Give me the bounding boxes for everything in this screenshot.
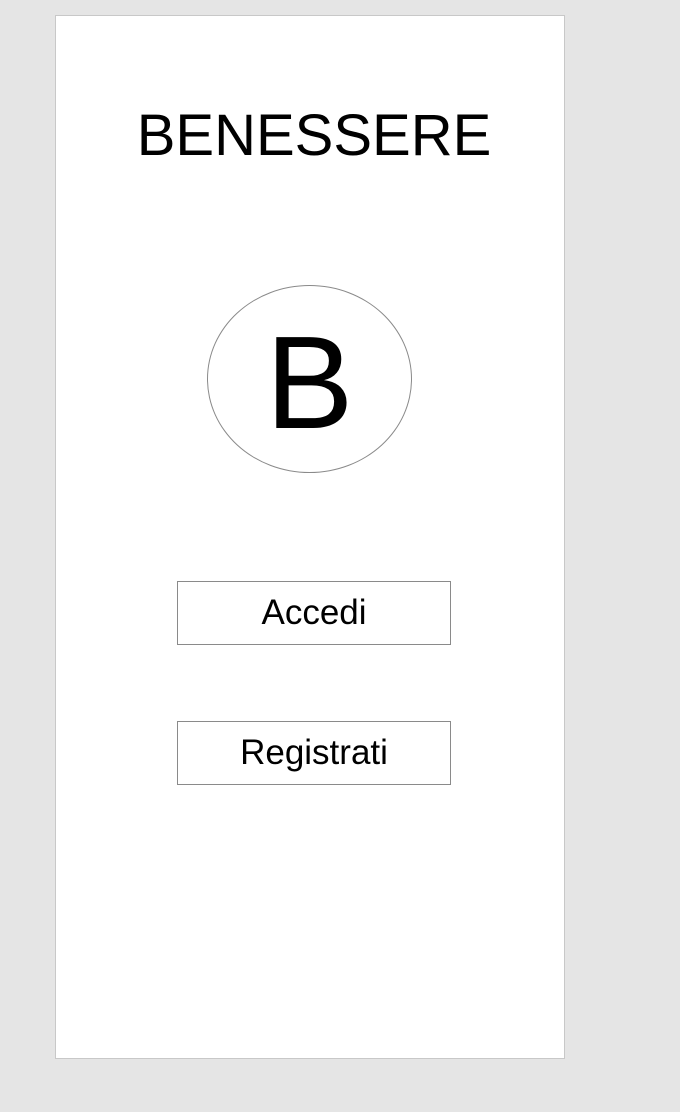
phone-screen: BENESSERE B Accedi Registrati	[55, 15, 565, 1059]
register-button[interactable]: Registrati	[177, 721, 451, 785]
login-button[interactable]: Accedi	[177, 581, 451, 645]
app-title: BENESSERE	[136, 103, 492, 168]
logo-letter: B	[265, 309, 354, 456]
login-button-label: Accedi	[261, 593, 367, 632]
logo-circle: B	[207, 285, 412, 473]
register-button-label: Registrati	[240, 733, 388, 772]
